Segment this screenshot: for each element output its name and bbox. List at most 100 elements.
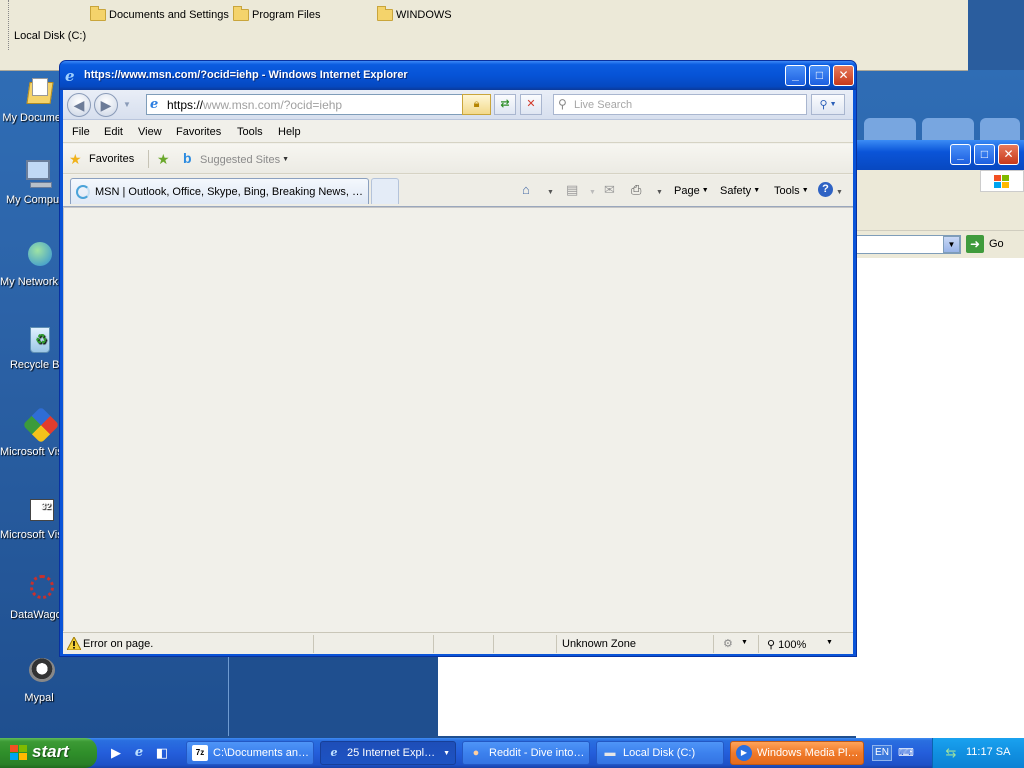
status-message[interactable]: Error on page. bbox=[83, 638, 153, 650]
feeds-dropdown-icon[interactable]: ▼ bbox=[589, 186, 596, 200]
protected-mode-icon[interactable]: ⚙ bbox=[723, 637, 733, 650]
task-reddit[interactable]: ● Reddit - Dive into anything bbox=[462, 741, 590, 765]
back-button[interactable]: ◀ bbox=[67, 93, 91, 117]
menu-view[interactable]: View bbox=[138, 126, 162, 138]
separator bbox=[493, 635, 494, 653]
menu-tools[interactable]: Tools bbox=[237, 126, 263, 138]
background-tab[interactable] bbox=[980, 118, 1020, 140]
tree-line bbox=[8, 0, 9, 50]
language-indicator[interactable]: EN bbox=[872, 745, 892, 761]
security-zone[interactable]: Unknown Zone bbox=[562, 638, 636, 650]
new-tab-button[interactable] bbox=[371, 178, 399, 204]
zoom-dropdown-icon[interactable]: ▼ bbox=[826, 639, 833, 646]
page-menu-button[interactable]: Page ▼ bbox=[674, 185, 709, 197]
desktop-quicklaunch-icon[interactable]: ◧ bbox=[154, 745, 170, 761]
menu-favorites[interactable]: Favorites bbox=[176, 126, 221, 138]
search-go-button[interactable]: ⚲ ▼ bbox=[811, 94, 845, 115]
search-input[interactable]: ⚲ Live Search bbox=[553, 94, 807, 115]
background-window-tabs bbox=[856, 115, 1024, 141]
minimize-button[interactable]: _ bbox=[950, 144, 971, 165]
zoom-level[interactable]: ⚲ 100% bbox=[767, 638, 806, 651]
refresh-button[interactable]: ⇄ bbox=[494, 94, 516, 115]
menu-bar: File Edit View Favorites Tools Help bbox=[63, 121, 853, 143]
tools-menu-button[interactable]: Tools ▼ bbox=[774, 185, 809, 197]
separator bbox=[713, 635, 714, 653]
ie-icon: e bbox=[330, 746, 338, 759]
ie-titlebar[interactable]: e https://www.msn.com/?ocid=iehp - Windo… bbox=[60, 61, 856, 90]
print-dropdown-icon[interactable]: ▼ bbox=[656, 186, 663, 200]
search-placeholder: Live Search bbox=[574, 98, 633, 111]
ie-window[interactable]: e https://www.msn.com/?ocid=iehp - Windo… bbox=[59, 60, 857, 657]
maximize-button[interactable]: □ bbox=[974, 144, 995, 165]
address-bar[interactable]: e https://www.msn.com/?ocid=iehp ▼ bbox=[146, 94, 489, 115]
group-dropdown-icon: ▼ bbox=[443, 749, 450, 757]
background-tab[interactable] bbox=[864, 118, 916, 140]
start-button[interactable]: start bbox=[0, 738, 97, 768]
close-button[interactable]: ✕ bbox=[833, 65, 854, 86]
mypal-icon bbox=[22, 656, 56, 690]
mypal-browser-icon: ● bbox=[472, 747, 480, 759]
warning-icon[interactable] bbox=[67, 637, 81, 650]
feeds-icon[interactable]: ▤ bbox=[566, 183, 578, 197]
help-icon[interactable]: ? bbox=[818, 182, 833, 197]
clock[interactable]: 11:17 SA bbox=[966, 746, 1010, 758]
background-panel-right bbox=[438, 656, 856, 736]
favorites-label: Favorites bbox=[89, 153, 135, 165]
task-windows-media-player[interactable]: ▶ Windows Media Player bbox=[730, 741, 864, 765]
safety-menu-button[interactable]: Safety ▼ bbox=[720, 185, 760, 197]
stop-icon: ✕ bbox=[526, 98, 536, 110]
add-to-favorites-icon[interactable]: ★ bbox=[157, 152, 170, 166]
page-content[interactable] bbox=[63, 207, 853, 631]
magnifier-icon: ⚲ bbox=[819, 99, 828, 111]
home-dropdown-icon[interactable]: ▼ bbox=[547, 186, 554, 200]
help-dropdown-icon[interactable]: ▼ bbox=[836, 186, 843, 200]
folder-windows[interactable]: WINDOWS bbox=[377, 6, 452, 22]
desktop-icon-label: Mypal bbox=[24, 692, 54, 704]
home-icon[interactable]: ⌂ bbox=[522, 183, 530, 197]
dropdown-arrow-icon[interactable]: ▼ bbox=[943, 236, 960, 253]
status-bar: Error on page. Unknown Zone ⚙ ▼ ⚲ 100% ▼ bbox=[63, 632, 853, 654]
background-window-titlebar[interactable]: _ □ ✕ bbox=[856, 140, 1024, 170]
favorites-star-icon: ★ bbox=[69, 151, 82, 167]
recent-pages-dropdown-icon[interactable]: ▼ bbox=[123, 100, 131, 109]
menu-edit[interactable]: Edit bbox=[104, 126, 123, 138]
visual-cpp-icon bbox=[22, 406, 60, 444]
task-internet-explorer[interactable]: e 25 Internet Explorer ▼ bbox=[320, 741, 456, 765]
task-documents-and-settings[interactable]: 7z C:\Documents and Settings bbox=[186, 741, 314, 765]
go-button[interactable]: Go bbox=[989, 238, 1004, 250]
forward-button[interactable]: ▶ bbox=[94, 93, 118, 117]
ie-client-area: ◀ ▶ ▼ e https://www.msn.com/?ocid=iehp ▼… bbox=[63, 90, 853, 654]
go-arrow-icon[interactable]: ➜ bbox=[966, 235, 984, 253]
system-tray: ⇆ 11:17 SA bbox=[932, 738, 1024, 768]
menu-file[interactable]: File bbox=[72, 126, 90, 138]
minimize-button[interactable]: _ bbox=[785, 65, 806, 86]
menu-help[interactable]: Help bbox=[278, 126, 301, 138]
lock-icon: 🔒︎ bbox=[473, 98, 480, 110]
ie-quicklaunch-icon[interactable]: e bbox=[131, 745, 147, 761]
security-lock-button[interactable]: 🔒︎ bbox=[462, 94, 491, 115]
protected-mode-dropdown-icon[interactable]: ▼ bbox=[741, 639, 748, 646]
background-tab[interactable] bbox=[922, 118, 974, 140]
visual-basic-icon: 32 bbox=[22, 493, 56, 527]
close-button[interactable]: ✕ bbox=[998, 144, 1019, 165]
media-player-quicklaunch-icon[interactable]: ▶ bbox=[108, 745, 124, 761]
desktop-icon-mypal[interactable]: Mypal bbox=[0, 656, 78, 705]
folder-documents-and-settings[interactable]: Documents and Settings bbox=[90, 6, 229, 22]
read-mail-icon[interactable]: ✉ bbox=[604, 183, 615, 197]
separator bbox=[556, 635, 557, 653]
network-tray-icon[interactable]: ⇆ bbox=[943, 745, 959, 761]
folder-program-files[interactable]: Program Files bbox=[233, 6, 320, 22]
search-options-icon: ▼ bbox=[829, 101, 837, 108]
stop-button[interactable]: ✕ bbox=[520, 94, 542, 115]
background-window[interactable]: _ □ ✕ ▼ ➜ Go bbox=[856, 140, 1024, 738]
keyboard-icon[interactable]: ⌨ bbox=[898, 745, 914, 761]
loading-icon bbox=[76, 184, 90, 199]
drive-label[interactable]: Local Disk (C:) bbox=[14, 30, 86, 42]
maximize-button[interactable]: □ bbox=[809, 65, 830, 86]
print-icon[interactable]: ⎙ bbox=[631, 183, 641, 197]
task-local-disk[interactable]: ▬ Local Disk (C:) bbox=[596, 741, 724, 765]
recycle-bin-icon: ♻ bbox=[22, 323, 56, 357]
background-panel-left bbox=[228, 656, 438, 736]
address-input[interactable]: https://www.msn.com/?ocid=iehp bbox=[167, 98, 342, 112]
tab-msn[interactable]: MSN | Outlook, Office, Skype, Bing, Brea… bbox=[70, 178, 369, 204]
